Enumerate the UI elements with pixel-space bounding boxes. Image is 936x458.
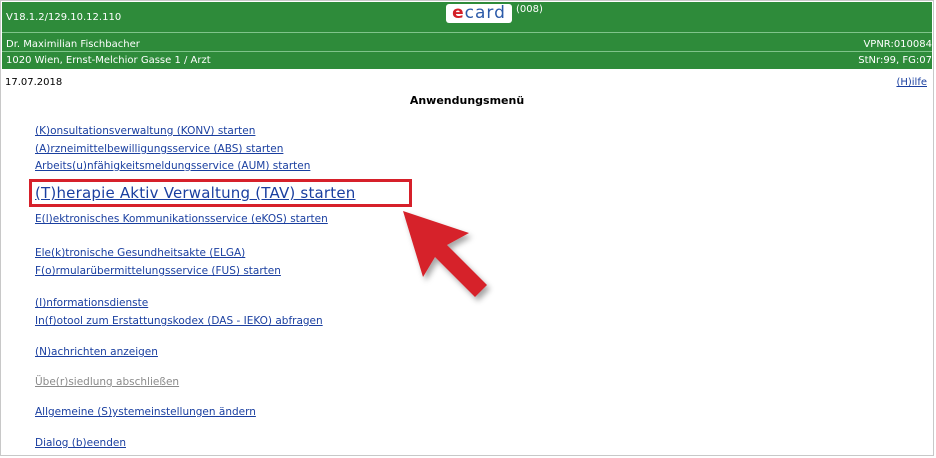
highlight-box	[29, 179, 412, 207]
menu-item-infotool[interactable]: In(f)otool zum Erstattungskodex (DAS - I…	[35, 315, 323, 327]
menu-item-konv[interactable]: (K)onsultationsverwaltung (KONV) starten	[35, 125, 255, 137]
menu-item-abs[interactable]: (A)rzneimittelbewilligungsservice (ABS) …	[35, 143, 283, 155]
current-date: 17.07.2018	[5, 77, 63, 88]
ecard-logo: ecard	[446, 4, 512, 23]
header-bar: V18.1.2/129.10.12.110 ecard (008) Dr. Ma…	[2, 2, 932, 69]
menu-item-nachrichten[interactable]: (N)achrichten anzeigen	[35, 346, 158, 358]
help-link[interactable]: (H)ilfe	[896, 77, 927, 88]
menu-item-uebersiedlung: Übe(r)siedlung abschließen	[35, 376, 180, 388]
menu-item-aum[interactable]: Arbeits(u)nfähigkeitsmeldungsservice (AU…	[35, 160, 310, 172]
menu-item-fus[interactable]: F(o)rmularübermittelungsservice (FUS) st…	[35, 265, 281, 277]
menu-item-ekos[interactable]: E(l)ektronisches Kommunikationsservice (…	[35, 213, 328, 225]
doctor-name: Dr. Maximilian Fischbacher	[6, 39, 140, 50]
message-count: (008)	[516, 4, 543, 15]
header-divider	[2, 32, 932, 33]
stnr-label: StNr:99, FG:07	[858, 55, 932, 66]
pointer-arrow-icon	[403, 211, 487, 297]
doctor-address: 1020 Wien, Ernst-Melchior Gasse 1 / Arzt	[6, 55, 211, 66]
menu-item-systemeinstellungen[interactable]: Allgemeine (S)ystemeinstellungen ändern	[35, 406, 256, 418]
app-window: V18.1.2/129.10.12.110 ecard (008) Dr. Ma…	[0, 0, 934, 456]
menu-item-elga[interactable]: Ele(k)tronische Gesundheitsakte (ELGA)	[35, 247, 245, 259]
menu-item-informationsdienste[interactable]: (I)nformationsdienste	[35, 297, 148, 309]
page-title: Anwendungsmenü	[409, 94, 525, 107]
version-label: V18.1.2/129.10.12.110	[6, 12, 122, 23]
header-divider	[2, 51, 932, 52]
menu-item-dialog-beenden[interactable]: Dialog (b)eenden	[35, 437, 126, 449]
vpnr-label: VPNR:010084	[863, 39, 932, 50]
